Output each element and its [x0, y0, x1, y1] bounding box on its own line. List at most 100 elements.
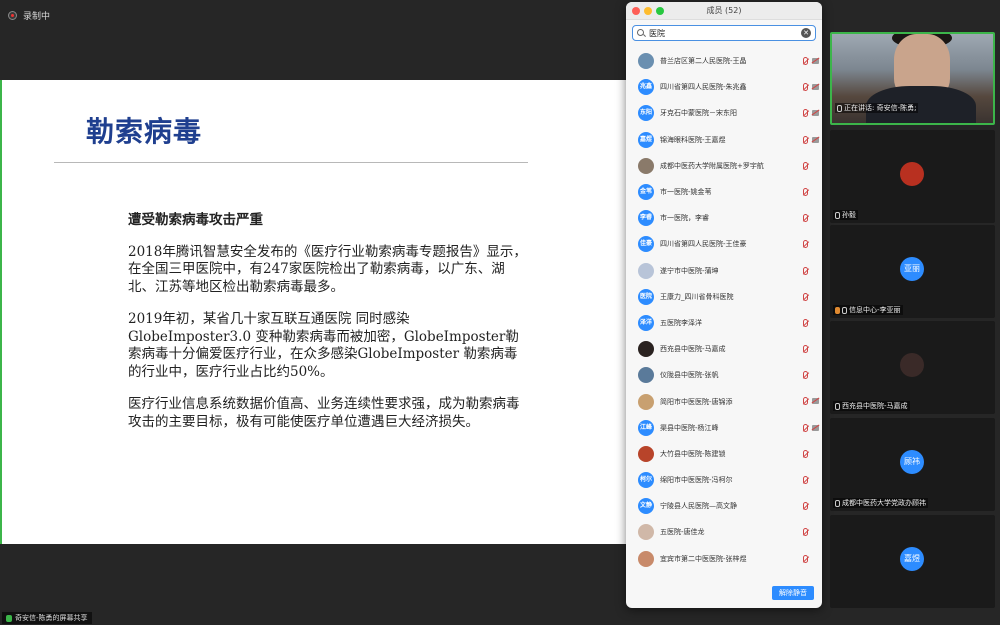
- participant-row[interactable]: 江峰 渠县中医院-杨江峰: [626, 415, 822, 441]
- participant-row[interactable]: 兆鑫 四川省第四人民医院-朱兆鑫: [626, 74, 822, 100]
- camera-off-icon[interactable]: [812, 84, 819, 91]
- meeting-window: 录制中 勒索病毒 遭受勒索病毒攻击严重 2018年腾讯智慧安全发布的《医疗行业勒…: [0, 0, 1000, 625]
- video-tile[interactable]: 亚丽 信息中心-李亚丽: [830, 225, 995, 318]
- mic-muted-icon[interactable]: [803, 318, 808, 327]
- participant-name: 渠县中医院-杨江峰: [660, 423, 719, 432]
- camera-off-icon[interactable]: [812, 110, 819, 117]
- avatar: [900, 162, 924, 186]
- camera-off-icon[interactable]: [812, 136, 819, 143]
- avatar: 金苇: [638, 184, 654, 201]
- close-window-icon[interactable]: [632, 7, 640, 15]
- mic-icon: [835, 402, 840, 410]
- participant-row[interactable]: 金苇 市一医院-姚金苇: [626, 179, 822, 205]
- participant-name: 锦海眼科医院-王嘉煜: [660, 135, 726, 144]
- search-icon: [637, 28, 646, 38]
- camera-off-icon[interactable]: [812, 398, 819, 405]
- participant-row[interactable]: 东阳 牙克石中蒙医院－宋东阳: [626, 100, 822, 126]
- avatar: 顾祎: [900, 450, 924, 474]
- mic-muted-icon[interactable]: [803, 476, 808, 484]
- mic-muted-icon[interactable]: [803, 292, 808, 301]
- mic-muted-icon[interactable]: [803, 214, 808, 223]
- slide-title: 勒索病毒: [86, 115, 203, 148]
- recording-label: 录制中: [23, 12, 51, 22]
- video-tile[interactable]: 顾祎 成都中医药大学党政办顾祎: [830, 418, 995, 511]
- participant-row[interactable]: 李睿 市一医院，李睿: [626, 205, 822, 231]
- participant-row[interactable]: 遂宁市中医院-蒲坤: [626, 258, 822, 284]
- search-input[interactable]: [649, 28, 789, 38]
- mic-muted-icon[interactable]: [803, 161, 808, 170]
- clear-search-icon[interactable]: ✕: [801, 28, 811, 38]
- participant-name: 绵阳市中医医院-冯柯尔: [660, 476, 733, 485]
- participant-row[interactable]: 普兰店区第二人民医院-王晶: [626, 48, 822, 74]
- slide-paragraph: 2019年初，某省几十家互联互通医院 同时感染GlobeImposter3.0 …: [128, 311, 519, 380]
- participant-name: 普兰店区第二人民医院-王晶: [660, 57, 747, 66]
- slide-subtitle: 遭受勒索病毒攻击严重: [128, 212, 263, 228]
- participants-panel: 成员 (52) ✕ 普兰店区第二人民医院-王晶兆鑫四川省第四人民医院-朱兆鑫东阳…: [626, 2, 822, 608]
- record-icon: [8, 11, 17, 20]
- avatar: [638, 53, 654, 70]
- mic-muted-icon[interactable]: [803, 109, 808, 118]
- mic-muted-icon[interactable]: [803, 423, 808, 432]
- participant-row[interactable]: 仪陇县中医院-张帆: [626, 362, 822, 388]
- mic-muted-icon[interactable]: [803, 240, 808, 249]
- camera-off-icon[interactable]: [812, 58, 819, 64]
- minimize-window-icon[interactable]: [644, 7, 652, 15]
- screen-share-label: 奇安信-陈勇的屏幕共享: [2, 612, 92, 624]
- mic-muted-icon[interactable]: [803, 345, 808, 354]
- participant-row[interactable]: 成都中医药大学附属医院+罗宇航: [626, 153, 822, 179]
- participant-row[interactable]: 泽洋 五医院李泽洋: [626, 310, 822, 336]
- participant-row[interactable]: 柯尔 绵阳市中医医院-冯柯尔: [626, 467, 822, 493]
- camera-off-icon[interactable]: [812, 424, 819, 431]
- avatar: 东阳: [638, 105, 654, 122]
- participant-row[interactable]: 嘉煜 锦海眼科医院-王嘉煜: [626, 127, 822, 153]
- tile-label: 信息中心-李亚丽: [833, 305, 903, 315]
- avatar: 佳豪: [638, 236, 654, 253]
- participant-name: 王康力_四川省骨科医院: [660, 292, 734, 301]
- video-tile[interactable]: 孙毅: [830, 130, 995, 223]
- mic-muted-icon[interactable]: [803, 554, 808, 563]
- avatar: 亚丽: [900, 257, 924, 281]
- mic-muted-icon[interactable]: [803, 187, 808, 196]
- avatar: [638, 157, 654, 174]
- participant-name: 西充县中医院-马嘉成: [660, 345, 726, 354]
- mic-muted-icon[interactable]: [803, 57, 808, 65]
- mic-muted-icon[interactable]: [803, 528, 808, 537]
- participant-row[interactable]: 宜宾市第二中医医院-张梓煜: [626, 546, 822, 572]
- avatar: [638, 262, 654, 279]
- avatar: 柯尔: [638, 472, 654, 489]
- shared-slide: 勒索病毒 遭受勒索病毒攻击严重 2018年腾讯智慧安全发布的《医疗行业勒索病毒专…: [0, 80, 628, 544]
- avatar: [638, 524, 654, 541]
- video-tile[interactable]: 西充县中医院-马嘉成: [830, 321, 995, 414]
- participant-row[interactable]: 文静 宁陵县人民医院—高文静: [626, 493, 822, 519]
- mic-muted-icon[interactable]: [803, 266, 808, 275]
- video-tile-active-speaker[interactable]: 正在讲话: 奇安信-陈勇;: [830, 32, 995, 125]
- avatar: 泽洋: [638, 314, 654, 331]
- video-tile[interactable]: 嘉煜: [830, 515, 995, 608]
- unmute-all-button[interactable]: 解除静音: [772, 586, 814, 600]
- participant-row[interactable]: 五医院-唐佳龙: [626, 519, 822, 545]
- avatar: 兆鑫: [638, 79, 654, 96]
- mic-muted-icon[interactable]: [803, 449, 808, 458]
- avatar: 李睿: [638, 210, 654, 227]
- tile-label: 西充县中医院-马嘉成: [833, 401, 910, 411]
- participant-name: 遂宁市中医院-蒲坤: [660, 266, 719, 275]
- participant-row[interactable]: 西充县中医院-马嘉成: [626, 336, 822, 362]
- mic-muted-icon[interactable]: [803, 135, 808, 144]
- participant-row[interactable]: 大竹县中医院-陈建锁: [626, 441, 822, 467]
- participant-name: 四川省第四人民医院-朱兆鑫: [660, 83, 747, 92]
- share-icon: [6, 614, 12, 622]
- recording-indicator: 录制中: [8, 9, 50, 22]
- mic-muted-icon[interactable]: [803, 397, 808, 406]
- participant-name: 大竹县中医院-陈建锁: [660, 449, 726, 458]
- participant-row[interactable]: 简阳市中医医院-唐锦添: [626, 388, 822, 414]
- mic-muted-icon[interactable]: [803, 502, 808, 511]
- participant-row[interactable]: 佳豪 四川省第四人民医院-王佳豪: [626, 231, 822, 257]
- maximize-window-icon[interactable]: [656, 7, 664, 15]
- participant-name: 简阳市中医医院-唐锦添: [660, 397, 733, 406]
- mic-muted-icon[interactable]: [803, 371, 808, 380]
- mic-muted-icon[interactable]: [803, 83, 808, 92]
- avatar: [638, 445, 654, 462]
- participant-name: 五医院李泽洋: [660, 318, 702, 327]
- participant-name: 仪陇县中医院-张帆: [660, 371, 719, 380]
- participant-row[interactable]: 医院 王康力_四川省骨科医院: [626, 284, 822, 310]
